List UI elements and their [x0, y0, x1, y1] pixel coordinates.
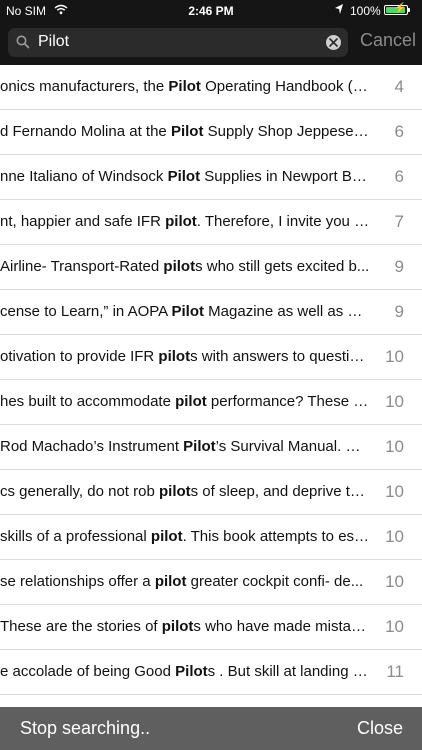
match-highlight: pilot	[161, 618, 194, 635]
match-highlight: Pilot	[171, 303, 205, 320]
match-highlight: Pilot	[175, 663, 208, 680]
match-highlight: Pilot	[183, 438, 216, 455]
result-snippet: Rod Machado’s Instrument Pilot’s Surviva…	[0, 438, 370, 455]
result-snippet: nne Italiano of Windsock Pilot Supplies …	[0, 168, 370, 185]
result-snippet: cs generally, do not rob pilots of sleep…	[0, 483, 370, 500]
match-highlight: pilot	[150, 528, 183, 545]
list-item[interactable]: nne Italiano of Windsock Pilot Supplies …	[0, 155, 422, 200]
search-toolbar: Stop searching.. Close	[0, 707, 422, 750]
battery-charging-icon: ⚡	[384, 3, 410, 15]
page-number: 11	[386, 662, 404, 681]
list-item[interactable]: cs generally, do not rob pilots of sleep…	[0, 470, 422, 515]
result-snippet: nt, happier and safe IFR pilot. Therefor…	[0, 213, 370, 230]
page-number: 7	[394, 212, 404, 231]
match-highlight: pilot	[165, 213, 197, 230]
search-header: No SIM 2:46 PM 100% ⚡ Pilot Cancel	[0, 0, 422, 65]
list-item[interactable]: These are the stories of pilots who have…	[0, 605, 422, 650]
page-number: 6	[394, 167, 404, 186]
list-item[interactable]: otivation to provide IFR pilots with ans…	[0, 335, 422, 380]
search-results-list[interactable]: onics manufacturers, the Pilot Operating…	[0, 65, 422, 707]
list-item[interactable]: nt, happier and safe IFR pilot. Therefor…	[0, 200, 422, 245]
result-snippet: These are the stories of pilots who have…	[0, 618, 370, 635]
list-item[interactable]: cense to Learn,” in AOPA Pilot Magazine …	[0, 290, 422, 335]
search-icon	[16, 35, 30, 49]
page-number: 10	[385, 527, 404, 546]
list-item[interactable]: e accolade of being Good Pilots . But sk…	[0, 650, 422, 695]
clear-icon[interactable]	[326, 35, 341, 50]
cancel-button[interactable]: Cancel	[360, 30, 416, 51]
list-item[interactable]: onics manufacturers, the Pilot Operating…	[0, 65, 422, 110]
page-number: 4	[394, 77, 404, 96]
match-highlight: pilot	[154, 573, 187, 590]
page-number: 9	[394, 302, 404, 321]
list-item[interactable]: hes built to accommodate pilot performan…	[0, 380, 422, 425]
result-snippet: onics manufacturers, the Pilot Operating…	[0, 78, 370, 95]
page-number: 10	[385, 617, 404, 636]
match-highlight: pilot	[163, 258, 196, 275]
match-highlight: Pilot	[167, 168, 201, 185]
result-snippet: d Fernando Molina at the Pilot Supply Sh…	[0, 123, 370, 140]
result-snippet: se relationships offer a pilot greater c…	[0, 573, 364, 590]
list-item[interactable]: Rod Machado’s Instrument Pilot’s Surviva…	[0, 425, 422, 470]
match-highlight: pilot	[158, 483, 191, 500]
page-number: 10	[385, 437, 404, 456]
result-snippet: hes built to accommodate pilot performan…	[0, 393, 370, 410]
result-snippet: cense to Learn,” in AOPA Pilot Magazine …	[0, 303, 370, 320]
match-highlight: Pilot	[170, 123, 204, 140]
page-number: 10	[385, 482, 404, 501]
result-snippet: e accolade of being Good Pilots . But sk…	[0, 663, 370, 680]
result-snippet: Airline- Transport-Rated pilots who stil…	[0, 258, 370, 275]
result-snippet: otivation to provide IFR pilots with ans…	[0, 348, 370, 365]
charging-bolt-icon: ⚡	[394, 3, 407, 14]
page-number: 10	[385, 392, 404, 411]
search-query[interactable]: Pilot	[38, 33, 69, 51]
list-item[interactable]: se relationships offer a pilot greater c…	[0, 560, 422, 605]
battery-tip	[408, 8, 410, 12]
page-number: 10	[385, 347, 404, 366]
page-number: 6	[394, 122, 404, 141]
status-bar: No SIM 2:46 PM 100% ⚡	[0, 0, 422, 22]
page-number: 9	[394, 257, 404, 276]
search-input[interactable]: Pilot	[8, 28, 348, 57]
match-highlight: pilot	[158, 348, 191, 365]
location-arrow-icon	[334, 3, 344, 18]
match-highlight: pilot	[175, 393, 207, 410]
match-highlight: Pilot	[168, 78, 201, 95]
page-number: 10	[385, 572, 404, 591]
list-item[interactable]: d Fernando Molina at the Pilot Supply Sh…	[0, 110, 422, 155]
list-item[interactable]: Airline- Transport-Rated pilots who stil…	[0, 245, 422, 290]
battery-percent: 100%	[350, 4, 381, 18]
result-snippet: skills of a professional pilot. This boo…	[0, 528, 370, 545]
stop-searching-button[interactable]: Stop searching..	[20, 718, 150, 739]
close-button[interactable]: Close	[357, 718, 403, 739]
list-item[interactable]: skills of a professional pilot. This boo…	[0, 515, 422, 560]
